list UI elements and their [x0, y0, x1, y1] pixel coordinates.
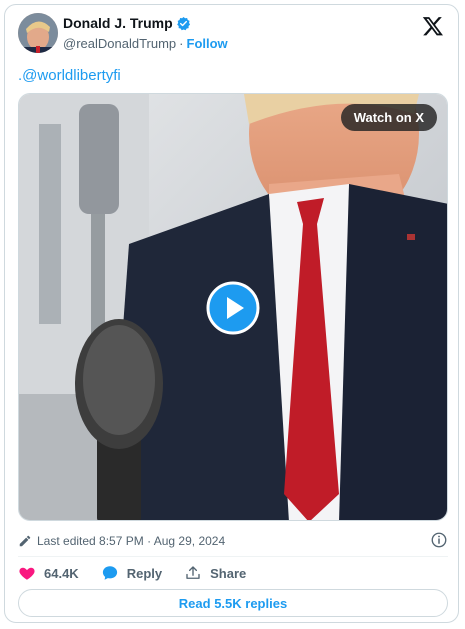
x-logo-icon[interactable] [422, 15, 444, 37]
reply-button[interactable]: Reply [101, 564, 162, 582]
tweet-card: Donald J. Trump @realDonaldTrump · Follo… [4, 4, 459, 623]
divider [18, 556, 448, 557]
avatar[interactable] [18, 13, 58, 53]
heart-icon [19, 567, 35, 580]
reply-label: Reply [126, 565, 163, 581]
play-icon[interactable] [206, 281, 260, 335]
info-icon[interactable] [430, 531, 448, 549]
share-icon [186, 566, 200, 579]
pencil-icon [19, 535, 31, 547]
share-label: Share [210, 565, 247, 581]
tweet-meta: Last edited 8:57 PM · Aug 29, 2024 [18, 531, 448, 551]
follow-link[interactable]: Follow [187, 36, 228, 51]
read-replies-button[interactable]: Read 5.5K replies [18, 589, 448, 617]
reply-bubble-icon [102, 566, 117, 580]
author-name[interactable]: Donald J. Trump [63, 15, 173, 31]
share-button[interactable]: Share [184, 564, 246, 582]
author-handle-row: @realDonaldTrump · Follow [63, 36, 228, 51]
video-media[interactable]: Watch on X [18, 93, 448, 521]
like-count: 64.4K [44, 565, 79, 581]
author-handle[interactable]: @realDonaldTrump [63, 36, 176, 51]
tweet-text[interactable]: .@worldlibertyfi [18, 67, 121, 84]
author-name-row[interactable]: Donald J. Trump [63, 15, 191, 31]
watch-on-x-button[interactable]: Watch on X [340, 104, 437, 131]
like-button[interactable]: 64.4K [18, 564, 79, 582]
verified-badge-icon [176, 16, 190, 30]
action-bar: 64.4K Reply Share [18, 564, 268, 582]
handle-separator: · [179, 36, 184, 51]
edited-timestamp[interactable]: Last edited 8:57 PM · Aug 29, 2024 [37, 534, 225, 548]
